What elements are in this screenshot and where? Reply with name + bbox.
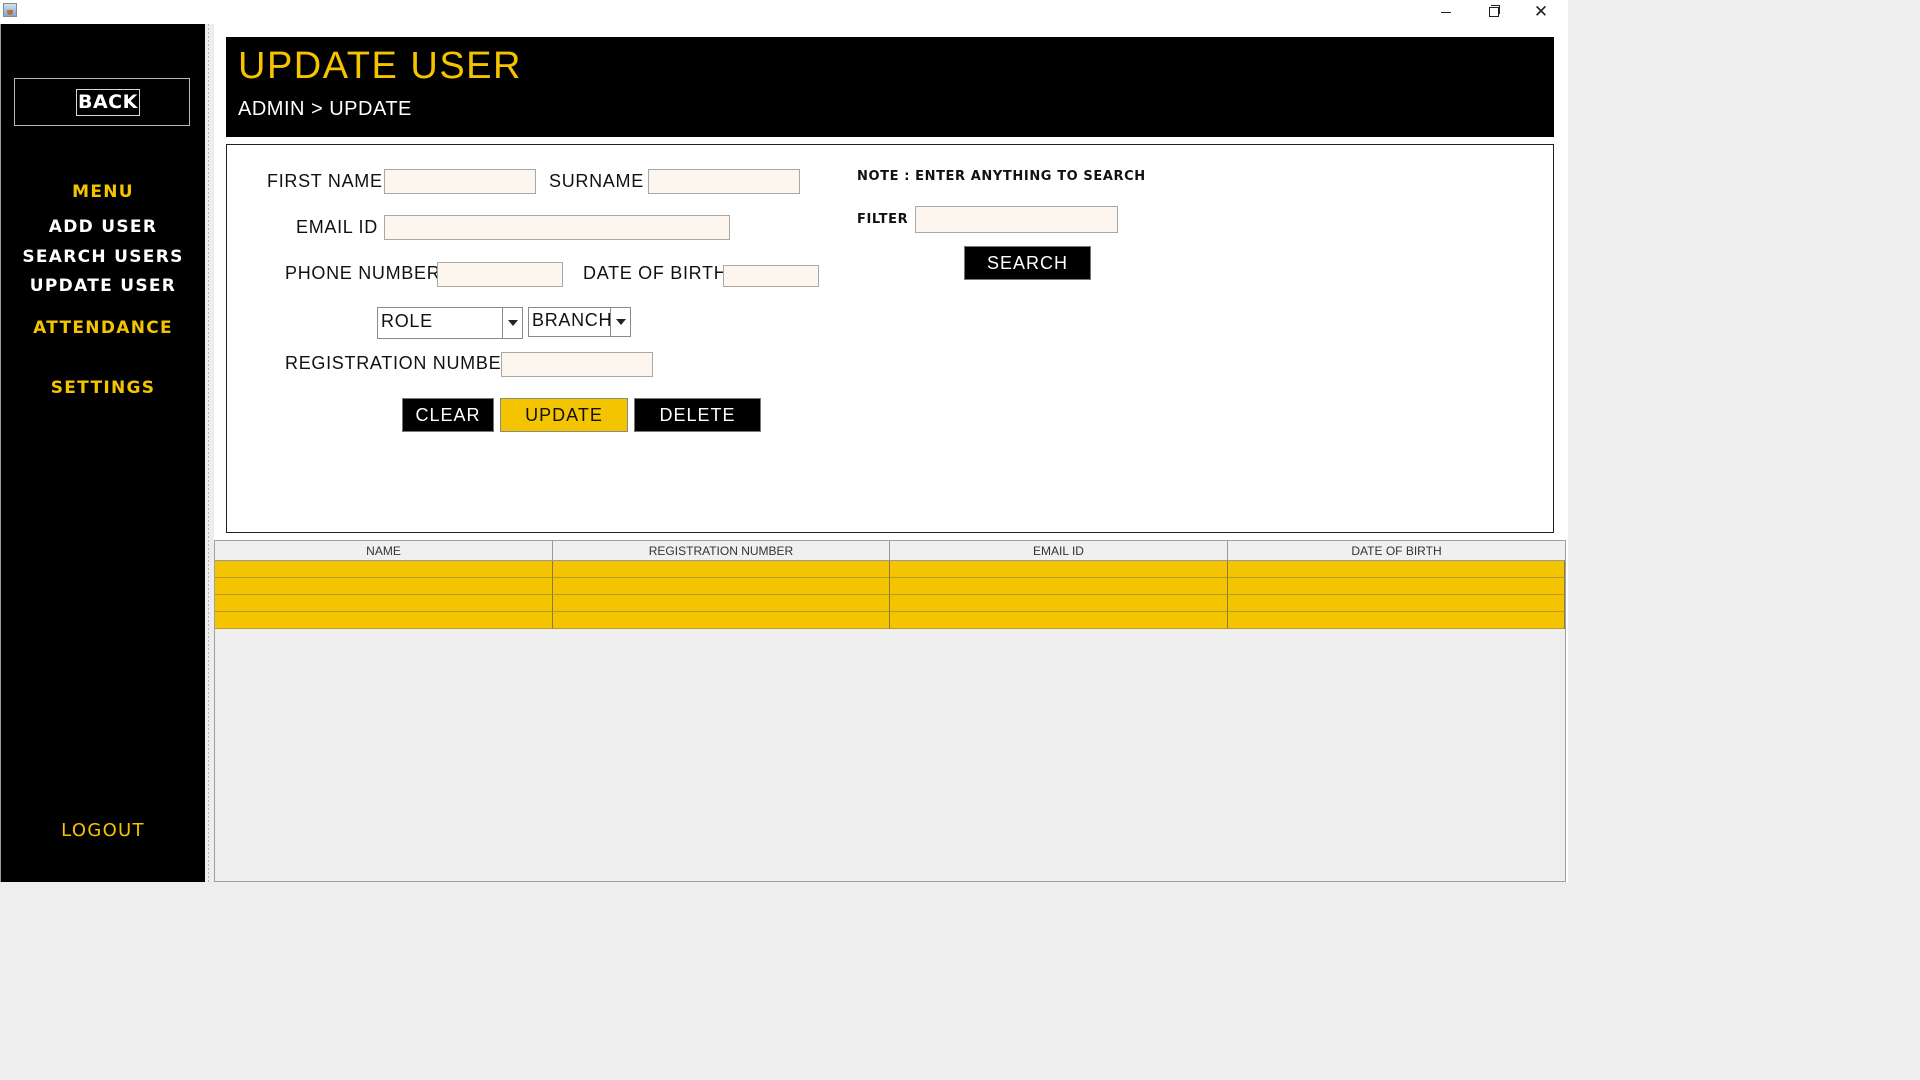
chevron-down-icon[interactable] — [502, 308, 522, 338]
phone-label: PHONE NUMBER — [285, 263, 441, 283]
clear-button[interactable]: CLEAR — [402, 398, 494, 432]
table-cell[interactable] — [890, 578, 1228, 595]
search-button[interactable]: SEARCH — [964, 246, 1091, 280]
table-cell[interactable] — [553, 578, 890, 595]
registration-number-label: REGISTRATION NUMBER — [285, 353, 515, 373]
sidebar: BACK MENU ADD USER SEARCH USERS UPDATE U… — [0, 24, 205, 882]
phone-field[interactable] — [437, 262, 563, 287]
role-select[interactable]: ROLE — [377, 307, 523, 339]
filter-label: FILTER — [857, 212, 909, 227]
surname-field[interactable] — [648, 169, 800, 194]
java-app-icon — [3, 3, 17, 17]
role-select-value: ROLE — [381, 311, 433, 331]
table-row[interactable] — [215, 561, 1565, 578]
table-cell[interactable] — [1228, 561, 1565, 578]
table-cell[interactable] — [1228, 578, 1565, 595]
sidebar-item-search-users[interactable]: SEARCH USERS — [1, 247, 205, 267]
email-field[interactable] — [384, 215, 730, 240]
column-header-name[interactable]: NAME — [215, 541, 553, 560]
search-note: NOTE : ENTER ANYTHING TO SEARCH — [857, 169, 1146, 184]
branch-select-value: BRANCH — [532, 310, 613, 330]
table-cell[interactable] — [890, 561, 1228, 578]
table-cell[interactable] — [553, 561, 890, 578]
page-title: UPDATE USER — [238, 45, 522, 87]
table-cell[interactable] — [1228, 612, 1565, 629]
sidebar-item-update-user[interactable]: UPDATE USER — [1, 276, 205, 296]
table-cell[interactable] — [215, 595, 553, 612]
table-cell[interactable] — [215, 561, 553, 578]
column-header-email-id[interactable]: EMAIL ID — [890, 541, 1228, 560]
close-icon[interactable]: ✕ — [1518, 0, 1564, 24]
sidebar-item-settings[interactable]: SETTINGS — [1, 378, 205, 398]
registration-number-field[interactable] — [501, 352, 653, 377]
table-row[interactable] — [215, 612, 1565, 629]
table-cell[interactable] — [215, 612, 553, 629]
column-header-date-of-birth[interactable]: DATE OF BIRTH — [1228, 541, 1565, 560]
breadcrumb: ADMIN > UPDATE — [238, 98, 412, 120]
sidebar-item-attendance[interactable]: ATTENDANCE — [1, 318, 205, 338]
sidebar-item-add-user[interactable]: ADD USER — [1, 217, 205, 237]
surname-label: SURNAME — [549, 171, 644, 191]
branch-select[interactable]: BRANCH — [528, 307, 631, 337]
users-table: NAME REGISTRATION NUMBER EMAIL ID DATE O… — [214, 540, 1566, 882]
table-cell[interactable] — [890, 612, 1228, 629]
table-cell[interactable] — [553, 612, 890, 629]
delete-button[interactable]: DELETE — [634, 398, 761, 432]
table-cell[interactable] — [890, 595, 1228, 612]
first-name-label: FIRST NAME — [267, 171, 383, 191]
back-button-label[interactable]: BACK — [76, 89, 140, 116]
logout-button[interactable]: LOGOUT — [1, 820, 205, 841]
page-header: UPDATE USER ADMIN > UPDATE — [226, 37, 1554, 137]
update-button[interactable]: UPDATE — [500, 398, 628, 432]
update-form-panel: FIRST NAME SURNAME EMAIL ID PHONE NUMBER… — [226, 144, 1554, 533]
back-button[interactable]: BACK — [14, 78, 190, 126]
table-row[interactable] — [215, 595, 1565, 612]
window-titlebar: ✕ — [0, 0, 1568, 24]
table-cell[interactable] — [553, 595, 890, 612]
filter-input[interactable] — [915, 206, 1118, 233]
restore-icon[interactable] — [1470, 0, 1516, 24]
table-cell[interactable] — [1228, 595, 1565, 612]
column-header-registration-number[interactable]: REGISTRATION NUMBER — [553, 541, 890, 560]
menu-heading: MENU — [72, 182, 134, 202]
table-row[interactable] — [215, 578, 1565, 595]
first-name-field[interactable] — [384, 169, 536, 194]
table-body — [215, 561, 1565, 629]
split-pane-divider[interactable] — [205, 24, 214, 882]
dob-label: DATE OF BIRTH — [583, 263, 728, 283]
minimize-icon[interactable] — [1423, 0, 1469, 24]
table-header: NAME REGISTRATION NUMBER EMAIL ID DATE O… — [215, 541, 1565, 561]
email-label: EMAIL ID — [296, 217, 378, 237]
chevron-down-icon[interactable] — [610, 308, 630, 336]
table-cell[interactable] — [215, 578, 553, 595]
main-content: UPDATE USER ADMIN > UPDATE FIRST NAME SU… — [214, 24, 1568, 882]
dob-field[interactable] — [723, 265, 819, 287]
